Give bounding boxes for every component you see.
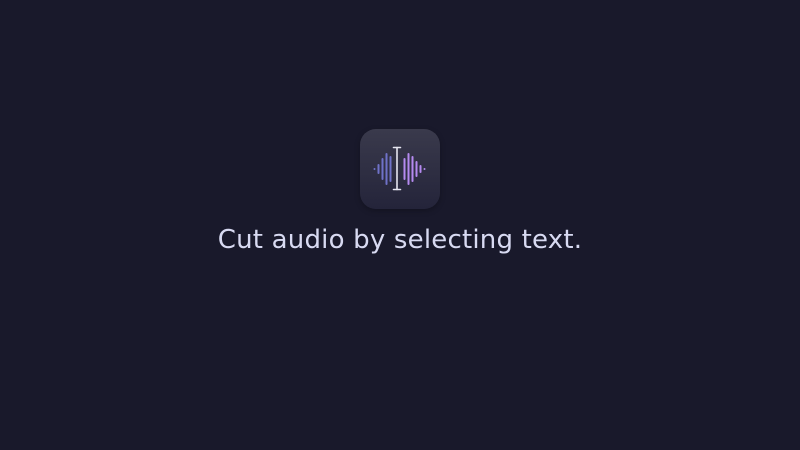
app-icon <box>360 129 440 209</box>
text-cursor-icon <box>392 146 402 191</box>
waveform-right-bars <box>403 153 426 185</box>
splash-screen: Cut audio by selecting text. <box>0 0 800 450</box>
tagline: Cut audio by selecting text. <box>217 225 583 255</box>
waveform-text-cursor-icon <box>373 146 426 191</box>
waveform-left-bars <box>373 153 392 185</box>
